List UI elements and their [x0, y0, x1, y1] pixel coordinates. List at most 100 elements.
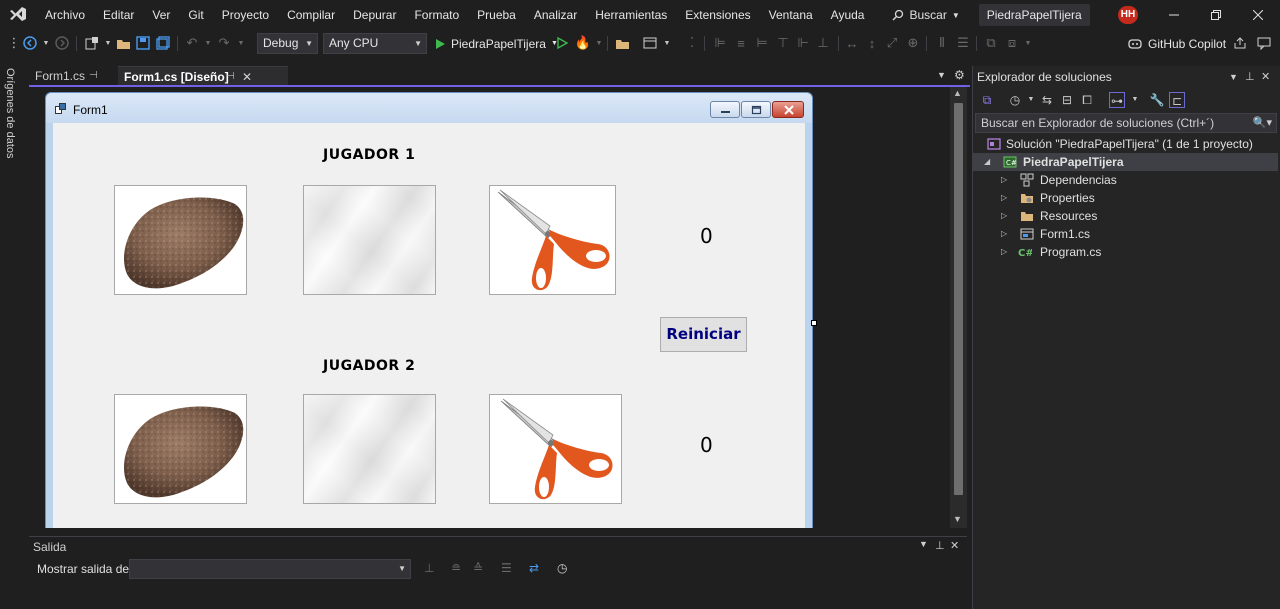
sync-active-document-icon[interactable]: ⇆: [1039, 92, 1055, 108]
collapse-all-icon[interactable]: ⊟: [1059, 92, 1075, 108]
scrollbar-thumb[interactable]: [954, 103, 963, 495]
share-icon[interactable]: [1232, 35, 1248, 51]
tree-item-project[interactable]: ◢ C# PiedraPapelTijera: [973, 153, 1278, 171]
horizontal-spacing-icon[interactable]: ⫴: [934, 35, 950, 51]
menu-proyecto[interactable]: Proyecto: [213, 0, 278, 30]
tree-item-resources[interactable]: ▷ Resources: [973, 207, 1278, 225]
toggle-word-wrap-icon[interactable]: ⇄: [529, 561, 539, 575]
start-without-debugging-icon[interactable]: [554, 35, 570, 51]
make-same-width-icon[interactable]: ↔: [844, 35, 860, 51]
tab-form1-designer[interactable]: Form1.cs [Diseño] ⊣ ✕: [118, 66, 288, 86]
align-bottoms-icon[interactable]: ⊥: [815, 35, 831, 51]
search-button[interactable]: Buscar ▼: [883, 8, 968, 22]
find-message-icon[interactable]: ⊥: [424, 561, 434, 575]
undo-dropdown-icon[interactable]: ▼: [200, 35, 216, 51]
gear-icon[interactable]: ⚙: [954, 68, 965, 82]
minimize-window-button[interactable]: [1154, 0, 1194, 30]
menu-ventana[interactable]: Ventana: [760, 0, 822, 30]
data-sources-tab[interactable]: Orígenes de datos: [4, 68, 22, 159]
form-window[interactable]: Form1 JUGADOR 1 0 Reiniciar JUGADOR 2 0: [45, 92, 813, 528]
close-window-button[interactable]: [1238, 0, 1278, 30]
new-dropdown-icon[interactable]: ▼: [100, 35, 116, 51]
preview-selected-icon[interactable]: ⊶: [1109, 92, 1125, 108]
new-project-icon[interactable]: [84, 35, 100, 51]
hot-reload-dropdown-icon[interactable]: ▼: [591, 35, 607, 51]
tree-item-properties[interactable]: ▷ Properties: [973, 189, 1278, 207]
open-folder-icon[interactable]: [115, 35, 131, 51]
player1-stone-picture[interactable]: [114, 185, 247, 295]
menu-editar[interactable]: Editar: [94, 0, 143, 30]
solution-explorer-search-input[interactable]: Buscar en Explorador de soluciones (Ctrl…: [975, 113, 1277, 133]
align-rights-icon[interactable]: ⊨: [754, 35, 770, 51]
close-tab-icon[interactable]: ✕: [242, 67, 252, 87]
collapsed-arrow-icon[interactable]: ▷: [1001, 243, 1007, 261]
pin-icon[interactable]: ⊥: [1245, 66, 1255, 88]
collapsed-arrow-icon[interactable]: ▷: [1001, 171, 1007, 189]
player2-scissors-picture[interactable]: [489, 394, 622, 504]
save-icon[interactable]: [135, 35, 151, 51]
menu-analizar[interactable]: Analizar: [525, 0, 586, 30]
filter-dropdown-icon[interactable]: ▼: [1023, 92, 1039, 108]
menu-depurar[interactable]: Depurar: [344, 0, 405, 30]
scroll-up-icon[interactable]: ▲: [953, 88, 962, 98]
switch-views-icon[interactable]: ⧉: [979, 92, 995, 108]
preview-dropdown-icon[interactable]: ▼: [1127, 92, 1143, 108]
menu-archivo[interactable]: Archivo: [36, 0, 94, 30]
player1-paper-picture[interactable]: [303, 185, 436, 295]
align-centers-icon[interactable]: ≡: [733, 35, 749, 51]
tree-item-program-cs[interactable]: ▷ C# Program.cs: [973, 243, 1278, 261]
previous-message-icon[interactable]: ≘: [451, 561, 461, 575]
pin-icon[interactable]: ⊥: [935, 539, 945, 552]
make-same-size-icon[interactable]: ⤢: [884, 35, 900, 51]
align-tops-icon[interactable]: ⊤: [775, 35, 791, 51]
toolbar-overflow-icon[interactable]: ▼: [1020, 35, 1036, 51]
menu-git[interactable]: Git: [179, 0, 212, 30]
layout-dropdown-icon[interactable]: ▼: [659, 35, 675, 51]
pin-icon[interactable]: ⊣: [89, 66, 98, 86]
start-debugging-button[interactable]: PiedraPapelTijera ▼: [434, 33, 558, 54]
show-output-from-select[interactable]: ▼: [129, 559, 411, 579]
menu-ver[interactable]: Ver: [143, 0, 179, 30]
collapsed-arrow-icon[interactable]: ▷: [1001, 207, 1007, 225]
next-message-icon[interactable]: ≙: [473, 561, 483, 575]
navigate-back-icon[interactable]: [22, 35, 38, 51]
reset-button[interactable]: Reiniciar: [660, 317, 747, 352]
center-vertically-icon[interactable]: ⧈: [1004, 35, 1020, 51]
tree-item-dependencies[interactable]: ▷ Dependencias: [973, 171, 1278, 189]
menu-herramientas[interactable]: Herramientas: [586, 0, 676, 30]
collapsed-arrow-icon[interactable]: ▷: [1001, 225, 1007, 243]
undo-icon[interactable]: ↶: [184, 35, 200, 51]
designer-vertical-scrollbar[interactable]: ▲ ▼: [950, 87, 967, 528]
redo-dropdown-icon[interactable]: ▼: [233, 35, 249, 51]
github-copilot-button[interactable]: GitHub Copilot: [1128, 33, 1226, 54]
center-horizontally-icon[interactable]: ⧉: [983, 35, 999, 51]
menu-ayuda[interactable]: Ayuda: [822, 0, 874, 30]
clear-all-icon[interactable]: ☰: [501, 561, 512, 575]
expanded-arrow-icon[interactable]: ◢: [984, 153, 990, 171]
align-lefts-icon[interactable]: ⊫: [712, 35, 728, 51]
redo-icon[interactable]: ↷: [216, 35, 232, 51]
menu-prueba[interactable]: Prueba: [468, 0, 525, 30]
feedback-icon[interactable]: [1256, 35, 1272, 51]
save-all-icon[interactable]: [155, 35, 171, 51]
form-minimize-button[interactable]: [710, 101, 740, 118]
close-panel-icon[interactable]: ✕: [950, 539, 959, 552]
hot-reload-icon[interactable]: 🔥: [575, 35, 591, 51]
visual-studio-logo-icon[interactable]: [0, 0, 36, 30]
panel-options-icon[interactable]: ▼: [919, 539, 928, 549]
form-maximize-button[interactable]: [741, 101, 771, 118]
player2-stone-picture[interactable]: [114, 394, 247, 504]
make-same-height-icon[interactable]: ↕: [864, 35, 880, 51]
close-panel-icon[interactable]: ✕: [1261, 66, 1270, 88]
tab-form1-cs[interactable]: Form1.cs ⊣: [29, 66, 116, 86]
timestamp-icon[interactable]: ◷: [557, 561, 567, 575]
pin-icon[interactable]: ⊣: [226, 67, 235, 87]
menu-extensiones[interactable]: Extensiones: [676, 0, 759, 30]
back-dropdown-icon[interactable]: ▼: [38, 35, 54, 51]
folder-view-icon[interactable]: [614, 35, 630, 51]
form-resize-handle[interactable]: [811, 320, 817, 326]
tree-item-solution[interactable]: Solución "PiedraPapelTijera" (1 de 1 pro…: [973, 135, 1278, 153]
platform-select[interactable]: Any CPU ▼: [323, 33, 427, 54]
menu-compilar[interactable]: Compilar: [278, 0, 344, 30]
player2-paper-picture[interactable]: [303, 394, 436, 504]
